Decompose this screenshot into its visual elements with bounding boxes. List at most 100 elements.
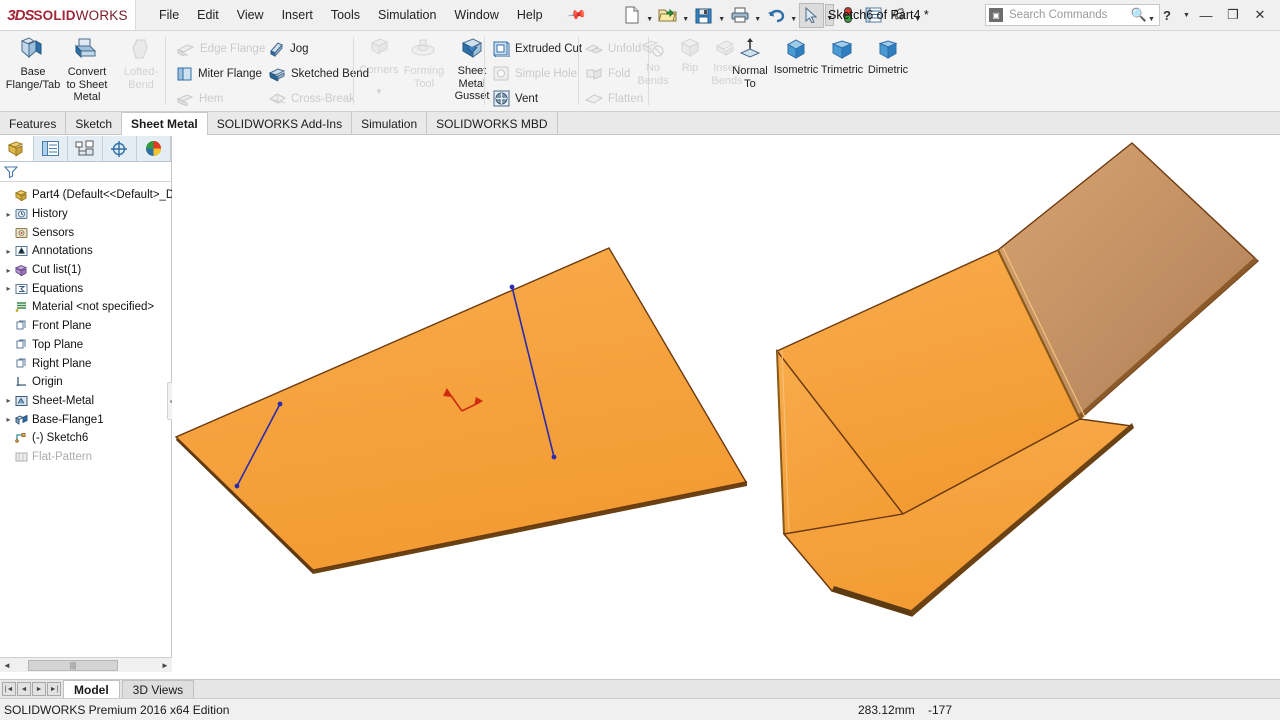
- cut-list-expander[interactable]: ▸: [3, 266, 14, 275]
- printer-dropdown[interactable]: ▼: [753, 4, 762, 26]
- open-folder-dropdown[interactable]: ▼: [681, 4, 690, 26]
- tab-sheet-metal[interactable]: Sheet Metal: [122, 112, 208, 135]
- tree-item-material[interactable]: Material <not specified>: [0, 298, 171, 317]
- dimxpert-target-icon[interactable]: [103, 136, 137, 161]
- lofted-bend-button[interactable]: Lofted-Bend: [114, 31, 168, 91]
- property-manager-icon[interactable]: [34, 136, 69, 161]
- model-tab[interactable]: Model: [63, 680, 120, 698]
- undo-dropdown[interactable]: ▼: [789, 4, 798, 26]
- magnifier-icon[interactable]: 🔍: [1131, 7, 1147, 23]
- menu-item-window[interactable]: Window: [445, 4, 507, 26]
- menu-item-edit[interactable]: Edit: [188, 4, 228, 26]
- sheet-metal-expander[interactable]: ▸: [3, 396, 14, 405]
- extruded-cut-button[interactable]: Extruded Cut: [489, 36, 582, 61]
- tree-item-history[interactable]: ▸ History: [0, 205, 171, 224]
- first-icon[interactable]: |◄: [2, 682, 16, 696]
- pushpin-icon[interactable]: 📌: [556, 0, 597, 34]
- search-commands-box[interactable]: ▣ Search Commands 🔍 ▼: [985, 4, 1160, 26]
- hscroll-right-arrow[interactable]: ►: [158, 661, 172, 670]
- flat-sheet-metal-body[interactable]: [174, 247, 748, 576]
- menu-item-insert[interactable]: Insert: [273, 4, 322, 26]
- feature-tree-filter[interactable]: [0, 162, 171, 182]
- display-manager-sphere-icon[interactable]: [137, 136, 172, 161]
- corners-dropdown-arrow[interactable]: ▼: [375, 87, 383, 96]
- base-flange-tab-button[interactable]: Base Flange/Tab: [6, 31, 60, 91]
- prev-icon[interactable]: ◄: [17, 682, 31, 696]
- tree-item-right-plane[interactable]: Right Plane: [0, 354, 171, 373]
- cursor-arrow-icon[interactable]: [799, 2, 825, 28]
- sketch-point-4[interactable]: [551, 454, 557, 460]
- menu-item-simulation[interactable]: Simulation: [369, 4, 445, 26]
- tab-simulation[interactable]: Simulation: [352, 112, 428, 135]
- floppy-save-dropdown[interactable]: ▼: [717, 4, 726, 26]
- tree-item-cut-list[interactable]: ▸ Cut list(1): [0, 261, 171, 280]
- feature-tree-hscrollbar[interactable]: ◄ ||| ►: [0, 657, 172, 672]
- 3d-views-tab[interactable]: 3D Views: [121, 680, 195, 698]
- dimetric-button[interactable]: Dimetric: [865, 31, 911, 77]
- forming-tool-button[interactable]: Forming Tool: [400, 31, 448, 90]
- miter-flange-button[interactable]: Miter Flange: [172, 61, 262, 86]
- restore-icon[interactable]: ❐: [1221, 5, 1245, 25]
- floppy-save-icon[interactable]: [691, 3, 716, 28]
- base-flange1-expander[interactable]: ▸: [3, 415, 14, 424]
- help-button[interactable]: ?: [1155, 5, 1179, 25]
- document-title: Sketch6 of Part4 *: [828, 8, 929, 22]
- close-icon[interactable]: ✕: [1248, 5, 1272, 25]
- menu-item-view[interactable]: View: [228, 4, 273, 26]
- sketch-point-3[interactable]: [509, 284, 515, 290]
- folded-sheet-metal-body[interactable]: [772, 142, 1260, 617]
- search-input[interactable]: Search Commands: [1003, 9, 1131, 21]
- lofted-bend-label: Lofted-Bend: [123, 66, 159, 91]
- minimize-icon[interactable]: —: [1194, 5, 1218, 25]
- rip-button[interactable]: Rip: [674, 31, 706, 75]
- printer-icon[interactable]: [727, 3, 752, 28]
- tab-solidworks-addins[interactable]: SOLIDWORKS Add-Ins: [208, 112, 353, 135]
- history-expander[interactable]: ▸: [3, 210, 14, 219]
- tree-item-sketch6[interactable]: (-) Sketch6: [0, 429, 171, 448]
- open-folder-icon[interactable]: [655, 3, 680, 28]
- last-icon[interactable]: ►|: [47, 682, 61, 696]
- edge-flange-button[interactable]: Edge Flange: [172, 36, 265, 61]
- graphics-area[interactable]: [172, 136, 1280, 683]
- annotations-expander[interactable]: ▸: [3, 247, 14, 256]
- tab-sketch[interactable]: Sketch: [66, 112, 123, 135]
- sketch-point-2[interactable]: [234, 483, 240, 489]
- hscroll-thumb[interactable]: |||: [28, 659, 118, 671]
- feature-tree-icon[interactable]: [0, 136, 35, 161]
- next-icon[interactable]: ►: [32, 682, 46, 696]
- tree-item-part4[interactable]: Part4 (Default<<Default>_Dis: [0, 186, 183, 205]
- tree-item-sheet-metal[interactable]: ▸ Sheet-Metal: [0, 392, 171, 411]
- hscroll-track[interactable]: |||: [14, 658, 158, 672]
- undo-arrow-icon[interactable]: [763, 3, 788, 28]
- normal-to-button[interactable]: Normal To: [727, 31, 773, 90]
- new-file-dropdown[interactable]: ▼: [645, 4, 654, 26]
- hem-button[interactable]: Hem: [172, 86, 260, 111]
- tree-item-equations[interactable]: ▸ Equations: [0, 279, 171, 298]
- no-bends-button[interactable]: No Bends: [632, 31, 674, 87]
- hscroll-left-arrow[interactable]: ◄: [0, 661, 14, 670]
- tree-item-flat-pattern[interactable]: Flat-Pattern: [0, 448, 171, 467]
- vent-button[interactable]: Vent: [489, 86, 577, 111]
- equations-expander[interactable]: ▸: [3, 284, 14, 293]
- menu-item-file[interactable]: File: [150, 4, 188, 26]
- tree-item-origin[interactable]: Origin: [0, 373, 171, 392]
- tree-item-annotations[interactable]: ▸ Annotations: [0, 242, 171, 261]
- menu-item-tools[interactable]: Tools: [322, 4, 369, 26]
- tab-solidworks-mbd[interactable]: SOLIDWORKS MBD: [427, 112, 558, 135]
- convert-to-sheet-metal-button[interactable]: Convert to Sheet Metal: [60, 31, 114, 104]
- sketch-point-1[interactable]: [277, 401, 283, 407]
- simple-hole-button[interactable]: Simple Hole: [489, 61, 577, 86]
- corners-button[interactable]: Corners ▼: [358, 31, 400, 96]
- tree-item-base-flange1[interactable]: ▸ Base-Flange1: [0, 410, 171, 429]
- tree-item-sensors[interactable]: Sensors: [0, 223, 171, 242]
- configuration-manager-icon[interactable]: [68, 136, 103, 161]
- help-dropdown[interactable]: ▼: [1182, 5, 1191, 25]
- tree-item-top-plane[interactable]: Top Plane: [0, 336, 171, 355]
- menu-item-help[interactable]: Help: [508, 4, 552, 26]
- tree-item-front-plane[interactable]: Front Plane: [0, 317, 171, 336]
- trimetric-button[interactable]: Trimetric: [819, 31, 865, 77]
- new-file-icon[interactable]: [619, 3, 644, 28]
- tab-features[interactable]: Features: [0, 112, 67, 135]
- jog-button[interactable]: Jog: [264, 36, 344, 61]
- isometric-button[interactable]: Isometric: [773, 31, 819, 77]
